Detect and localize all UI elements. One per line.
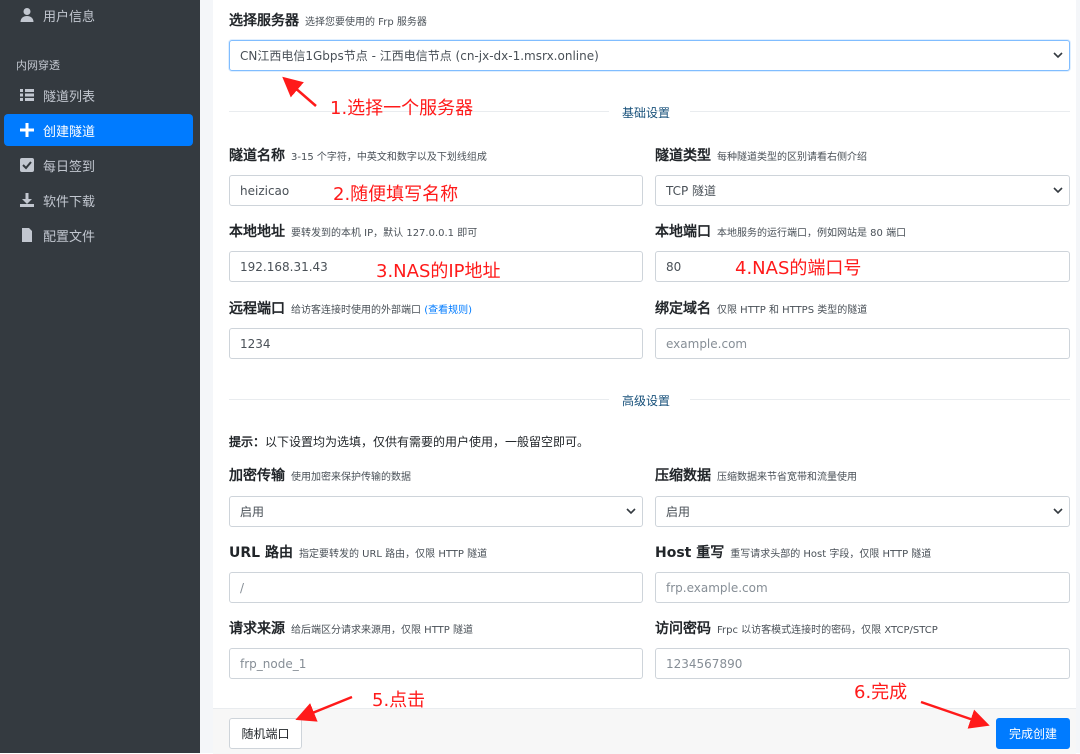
section-title-advanced: 高级设置 bbox=[622, 394, 671, 408]
finish-create-button[interactable]: 完成创建 bbox=[996, 718, 1070, 749]
chevron-down-icon bbox=[1053, 508, 1063, 515]
annotation-step-5: 5.点击 bbox=[372, 690, 426, 711]
host-rewrite-input[interactable]: frp.example.com bbox=[655, 572, 1070, 603]
sidebar-item-label: 用户信息 bbox=[43, 9, 96, 25]
annotation-step-6: 6.完成 bbox=[854, 682, 908, 703]
arrow-icon bbox=[282, 76, 317, 107]
sidebar-item-label: 软件下载 bbox=[43, 194, 96, 210]
local-port-label: 本地端口 本地服务的运行端口，例如网站是 80 端口 bbox=[655, 224, 907, 240]
local-port-input[interactable]: 80 bbox=[655, 251, 1070, 282]
sidebar-item-label: 每日签到 bbox=[43, 159, 96, 175]
list-icon bbox=[20, 89, 34, 101]
annotation-step-4: 4.NAS的端口号 bbox=[735, 258, 862, 279]
encrypt-label: 加密传输 使用加密来保护传输的数据 bbox=[229, 468, 411, 484]
server-label: 选择服务器 选择您要使用的 Frp 服务器 bbox=[229, 13, 427, 29]
divider-line bbox=[229, 399, 609, 400]
visit-password-input[interactable]: 1234567890 bbox=[655, 648, 1070, 679]
divider-line bbox=[690, 399, 1070, 400]
plus-icon bbox=[20, 123, 34, 137]
chevron-down-icon bbox=[1053, 187, 1063, 194]
bind-domain-label: 绑定域名 仅限 HTTP 和 HTTPS 类型的隧道 bbox=[655, 301, 868, 317]
sidebar-section-header: 内网穿透 bbox=[16, 59, 60, 72]
chevron-down-icon bbox=[626, 508, 636, 515]
sidebar-item-label: 隧道列表 bbox=[43, 89, 96, 105]
host-rewrite-label: Host 重写 重写请求头部的 Host 字段，仅限 HTTP 隧道 bbox=[655, 545, 932, 561]
url-route-label: URL 路由 指定要转发的 URL 路由，仅限 HTTP 隧道 bbox=[229, 545, 488, 561]
download-icon bbox=[20, 193, 34, 207]
sidebar-item-config-file[interactable]: 配置文件 bbox=[4, 219, 193, 251]
tunnel-type-label: 隧道类型 每种隧道类型的区别请看右侧介绍 bbox=[655, 148, 867, 164]
content-gutter-right bbox=[1076, 0, 1080, 753]
chevron-down-icon bbox=[1053, 52, 1063, 59]
compress-select[interactable]: 启用 bbox=[655, 496, 1070, 527]
content-gutter bbox=[200, 0, 213, 753]
sidebar-item-daily-checkin[interactable]: 每日签到 bbox=[4, 149, 193, 181]
url-route-input[interactable]: / bbox=[229, 572, 643, 603]
visit-password-label: 访问密码 Frpc 以访客模式连接时的密码，仅限 XTCP/STCP bbox=[655, 621, 938, 637]
request-source-label: 请求来源 给后端区分请求来源用，仅限 HTTP 隧道 bbox=[229, 621, 473, 637]
encrypt-select[interactable]: 启用 bbox=[229, 496, 643, 527]
annotation-step-2: 2.随便填写名称 bbox=[333, 184, 459, 205]
file-icon bbox=[22, 228, 32, 242]
request-source-input[interactable]: frp_node_1 bbox=[229, 648, 643, 679]
sidebar-item-create-tunnel[interactable]: 创建隧道 bbox=[4, 114, 193, 146]
sidebar-item-label: 配置文件 bbox=[43, 229, 96, 245]
sidebar: 用户信息 内网穿透 隧道列表 创建隧道 每日签到 软件下载 配置文件 bbox=[0, 0, 200, 753]
bind-domain-input[interactable]: example.com bbox=[655, 328, 1070, 359]
sidebar-item-tunnel-list[interactable]: 隧道列表 bbox=[4, 79, 193, 111]
sidebar-item-user-info[interactable]: 用户信息 bbox=[4, 0, 193, 30]
annotation-step-3: 3.NAS的IP地址 bbox=[376, 261, 501, 282]
random-port-button[interactable]: 随机端口 bbox=[229, 718, 302, 749]
tunnel-name-label: 隧道名称 3-15 个字符，中英文和数字以及下划线组成 bbox=[229, 148, 487, 164]
compress-label: 压缩数据 压缩数据来节省宽带和流量使用 bbox=[655, 468, 857, 484]
local-address-label: 本地地址 要转发到的本机 IP，默认 127.0.0.1 即可 bbox=[229, 224, 478, 240]
server-select[interactable]: CN江西电信1Gbps节点 - 江西电信节点 (cn-jx-dx-1.msrx.… bbox=[229, 40, 1070, 71]
annotation-step-1: 1.选择一个服务器 bbox=[330, 98, 474, 119]
sidebar-item-download[interactable]: 软件下载 bbox=[4, 184, 193, 216]
sidebar-item-label: 创建隧道 bbox=[43, 124, 96, 140]
user-icon bbox=[20, 8, 34, 22]
card-footer bbox=[213, 708, 1076, 754]
remote-port-input[interactable]: 1234 bbox=[229, 328, 643, 359]
check-square-icon bbox=[20, 158, 34, 172]
advanced-tip: 提示：以下设置均为选填，仅供有需要的用户使用，一般留空即可。 bbox=[229, 435, 590, 449]
divider-line bbox=[690, 111, 1070, 112]
tunnel-type-select[interactable]: TCP 隧道 bbox=[655, 175, 1070, 206]
remote-port-label: 远程端口 给访客连接时使用的外部端口 (查看规则) bbox=[229, 301, 472, 317]
view-rules-link[interactable]: (查看规则) bbox=[424, 305, 472, 316]
section-title-basic: 基础设置 bbox=[622, 106, 671, 120]
